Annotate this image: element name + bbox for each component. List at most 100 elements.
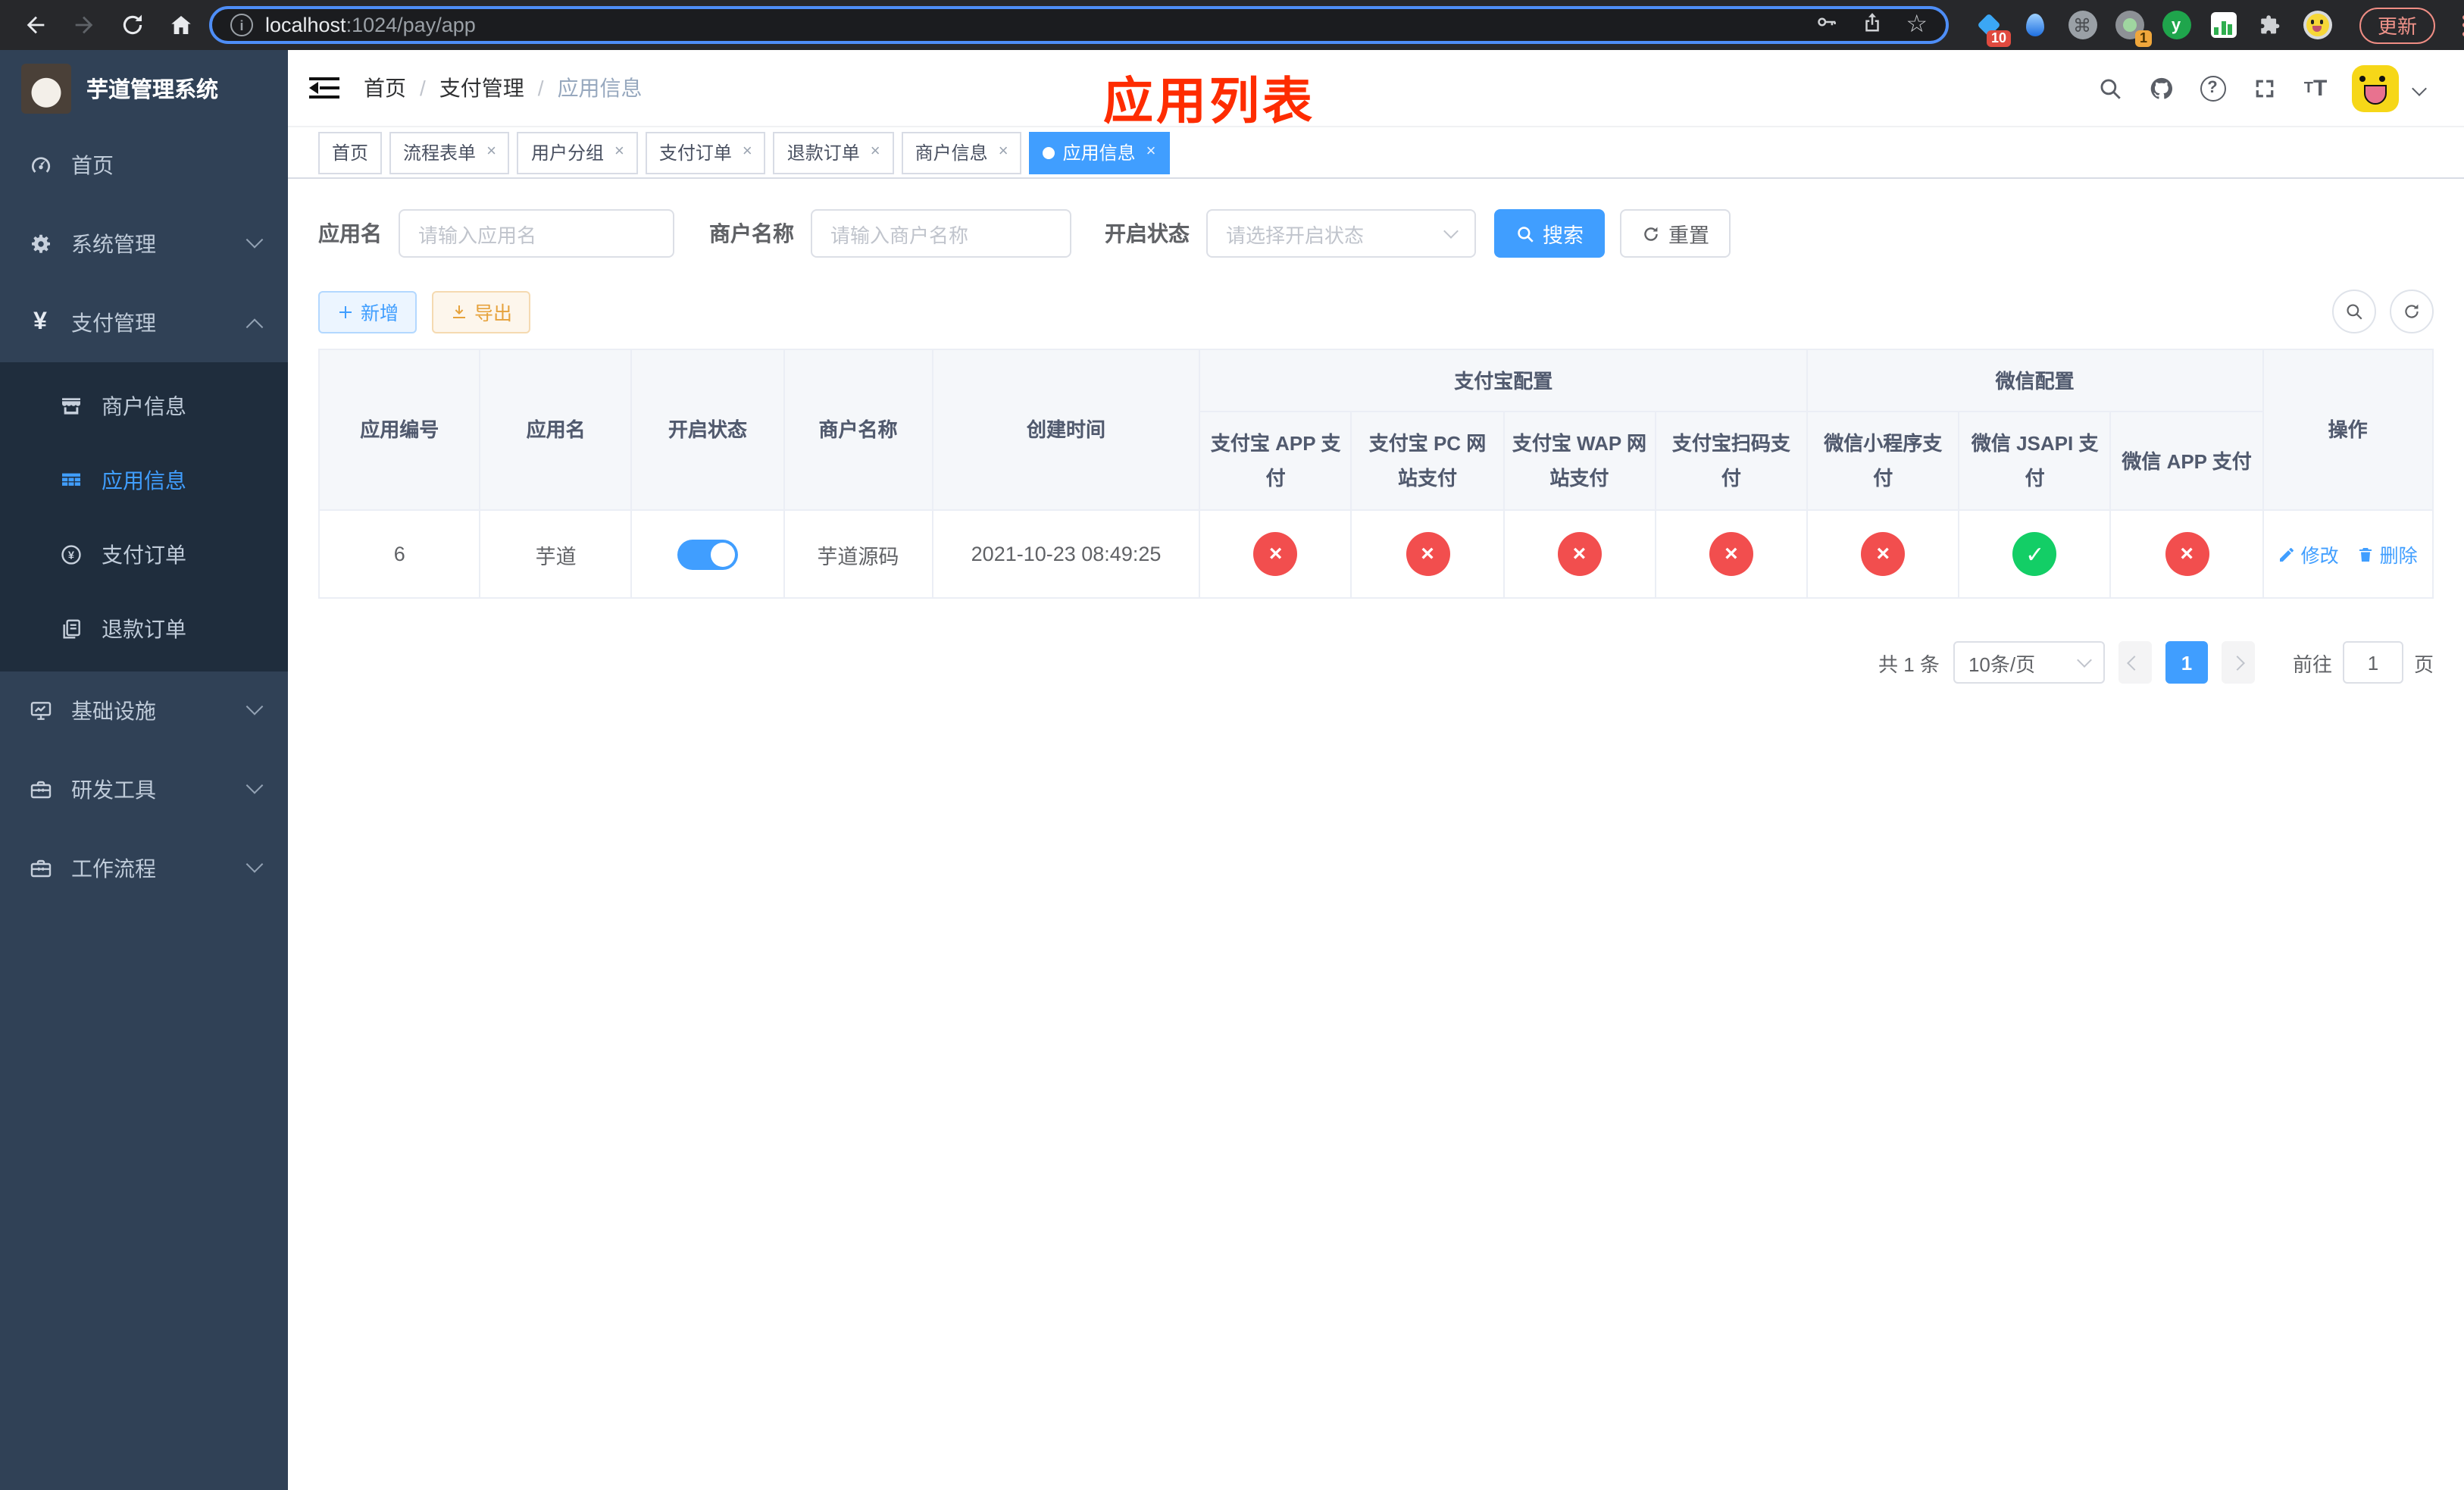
browser-menu-icon[interactable] [2456, 14, 2464, 36]
sidebar-item-pay-orders[interactable]: ¥ 支付订单 [0, 517, 288, 591]
app-name-label: 应用名 [318, 221, 382, 246]
sidebar-item-system[interactable]: 系统管理 [0, 205, 288, 283]
sidebar-item-home[interactable]: 首页 [0, 126, 288, 205]
sidebar-item-app-info[interactable]: 应用信息 [0, 443, 288, 517]
app-logo[interactable]: 芋道管理系统 [0, 50, 288, 126]
sidebar-item-merchant-info[interactable]: 商户信息 [0, 368, 288, 443]
chevron-right-icon [2231, 655, 2246, 670]
chevron-left-icon [2128, 655, 2143, 670]
font-size-icon[interactable]: TT [2300, 73, 2331, 103]
navbar: 首页 / 支付管理 / 应用信息 ? TT [288, 50, 2464, 127]
breadcrumb-payment[interactable]: 支付管理 [439, 73, 524, 103]
col-header-created: 创建时间 [931, 349, 1201, 511]
monitor-chart-icon [27, 699, 53, 723]
close-icon[interactable]: × [486, 143, 496, 161]
github-icon[interactable] [2146, 73, 2176, 103]
app-name-input[interactable]: 请输入应用名 [399, 209, 674, 258]
next-page-button[interactable] [2221, 641, 2255, 684]
tab-pay-orders[interactable]: 支付订单 × [645, 131, 766, 174]
breadcrumb-home[interactable]: 首页 [364, 73, 406, 103]
extensions-area: 10 ⌘ 1 y [1973, 10, 2332, 46]
command-extension-icon[interactable]: ⌘ [2067, 10, 2097, 40]
sidebar-item-infrastructure[interactable]: 基础设施 [0, 671, 288, 750]
close-icon[interactable]: × [1146, 143, 1156, 161]
sidebar-item-label: 支付订单 [102, 542, 186, 566]
browser-update-button[interactable]: 更新 [2359, 7, 2436, 43]
page-size-select[interactable]: 10条/页 [1953, 641, 2105, 684]
sidebar-item-refund-orders[interactable]: 退款订单 [0, 591, 288, 665]
devtools-extension-icon[interactable]: 10 [1973, 10, 2011, 46]
reset-button[interactable]: 重置 [1620, 209, 1731, 258]
sidebar-fold-icon[interactable] [309, 76, 339, 100]
page-number-1[interactable]: 1 [2165, 641, 2208, 684]
annotation-overlay: 应用列表 [1103, 73, 1315, 129]
add-button[interactable]: 新增 [318, 290, 417, 333]
sidebar-item-workflow[interactable]: 工作流程 [0, 829, 288, 908]
url-text: localhost:1024/pay/app [265, 14, 476, 36]
close-icon[interactable]: × [614, 143, 624, 161]
delete-link[interactable]: 删除 [2357, 540, 2418, 568]
status-cell: × [2109, 509, 2264, 599]
tab-refund-orders[interactable]: 退款订单 × [773, 131, 894, 174]
sidebar: 芋道管理系统 首页 系统管理 ¥ 支付管理 商户信息 应用信息 ¥ 支付订单 退… [0, 50, 288, 1490]
tab-home[interactable]: 首页 [318, 131, 383, 174]
merchant-name-input[interactable]: 请输入商户名称 [811, 209, 1071, 258]
status-cell: × [1350, 509, 1505, 599]
url-bar[interactable]: i localhost:1024/pay/app ☆ [209, 6, 1949, 44]
site-info-icon[interactable]: i [230, 14, 253, 36]
sidebar-item-dev-tools[interactable]: 研发工具 [0, 750, 288, 829]
close-icon[interactable]: × [999, 143, 1008, 161]
toggle-search-button[interactable] [2332, 290, 2376, 333]
goto-page-input[interactable] [2342, 641, 2403, 684]
sidebar-item-payment[interactable]: ¥ 支付管理 [0, 283, 288, 362]
recorder-extension-icon[interactable]: 1 [2114, 10, 2152, 46]
bookmark-star-icon[interactable]: ☆ [1906, 12, 1928, 37]
search-button[interactable]: 搜索 [1494, 209, 1605, 258]
chevron-down-icon [2077, 653, 2092, 668]
tab-process-form[interactable]: 流程表单 × [389, 131, 510, 174]
yen-icon: ¥ [33, 309, 47, 335]
tab-user-group[interactable]: 用户分组 × [517, 131, 638, 174]
status-select[interactable]: 请选择开启状态 [1206, 209, 1476, 258]
status-x-icon: × [1557, 532, 1602, 576]
col-header-alipay-qr: 支付宝扫码支付 [1654, 411, 1809, 511]
tab-merchant-info[interactable]: 商户信息 × [901, 131, 1022, 174]
page-content: 应用名 请输入应用名 商户名称 请输入商户名称 开启状态 请选择开启状态 搜索 … [288, 179, 2464, 714]
browser-profile-avatar[interactable] [2302, 10, 2332, 40]
fullscreen-icon[interactable] [2249, 73, 2279, 103]
home-icon[interactable] [161, 5, 200, 45]
sidebar-item-label: 系统管理 [71, 232, 156, 256]
reload-icon[interactable] [112, 5, 152, 45]
extensions-puzzle-icon[interactable] [2255, 10, 2285, 40]
avatar-caret-icon[interactable] [2412, 80, 2427, 95]
share-icon[interactable] [1860, 10, 1883, 40]
sidebar-item-label: 退款订单 [102, 616, 186, 640]
sidebar-item-label: 首页 [71, 153, 114, 177]
breadcrumb-separator: / [537, 76, 544, 100]
col-header-app-id: 应用编号 [317, 349, 481, 511]
status-check-icon: ✓ [2012, 532, 2057, 576]
cell-status [630, 509, 785, 599]
close-icon[interactable]: × [743, 143, 752, 161]
col-header-merchant: 商户名称 [783, 349, 933, 511]
prev-page-button[interactable] [2118, 641, 2152, 684]
chart-extension-icon[interactable] [2208, 10, 2238, 40]
green-y-extension-icon[interactable]: y [2161, 10, 2191, 40]
edit-link[interactable]: 修改 [2278, 540, 2339, 568]
back-icon[interactable] [15, 5, 55, 45]
enabled-toggle[interactable] [677, 539, 739, 569]
forward-icon[interactable] [64, 5, 103, 45]
refresh-button[interactable] [2390, 290, 2434, 333]
help-icon[interactable]: ? [2197, 73, 2228, 103]
close-icon[interactable]: × [871, 143, 880, 161]
password-key-icon[interactable] [1815, 10, 1837, 40]
chevron-down-icon [245, 777, 264, 794]
logo-image [21, 63, 71, 113]
status-label: 开启状态 [1105, 221, 1190, 246]
balloon-extension-icon[interactable] [2020, 10, 2050, 40]
document-copy-icon [58, 616, 83, 640]
tab-app-info[interactable]: 应用信息 × [1029, 131, 1170, 174]
user-avatar[interactable] [2352, 64, 2399, 111]
header-search-icon[interactable] [2094, 73, 2125, 103]
export-button[interactable]: 导出 [432, 290, 531, 333]
